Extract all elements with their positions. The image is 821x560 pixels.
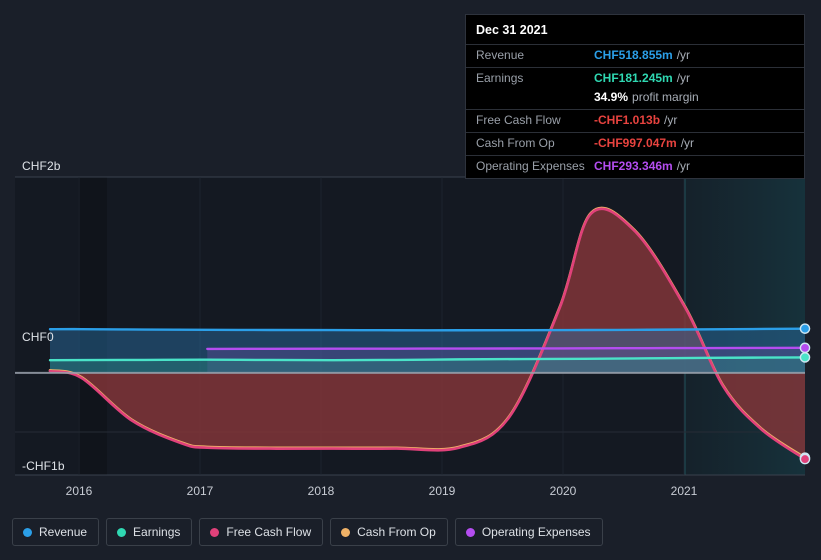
x-axis-tick-label: 2021 xyxy=(670,484,698,498)
endpoint-dot-operating_expenses xyxy=(799,342,811,354)
legend-item-label: Revenue xyxy=(39,525,88,539)
tooltip-row-suffix: /yr xyxy=(664,113,678,127)
legend-swatch-icon xyxy=(465,527,475,537)
tooltip-row-label: Revenue xyxy=(476,48,525,62)
x-axis-tick-label: 2016 xyxy=(65,484,93,498)
x-axis-tick-label: 2020 xyxy=(549,484,577,498)
tooltip-row-label: Operating Expenses xyxy=(476,159,585,173)
tooltip-row-label: Cash From Op xyxy=(476,136,555,150)
tooltip-row-value: CHF293.346m xyxy=(594,159,673,173)
tooltip-row: Cash From Op -CHF997.047m/yr xyxy=(466,132,804,155)
legend-swatch-icon xyxy=(117,527,127,537)
chart-legend[interactable]: Revenue Earnings Free Cash Flow Cash From O… xyxy=(12,518,603,546)
tooltip-row: Earnings CHF181.245m/yr xyxy=(466,67,804,90)
series-line-operating_expenses xyxy=(206,346,807,351)
tooltip-row-suffix: /yr xyxy=(676,71,691,85)
x-axis-tick-label: 2017 xyxy=(186,484,214,498)
tooltip-row-label: Earnings xyxy=(476,71,524,85)
legend-item-earnings[interactable]: Earnings xyxy=(106,518,193,546)
legend-item-label: Cash From Op xyxy=(357,525,436,539)
tooltip-row-value: -CHF997.047m xyxy=(594,136,677,150)
tooltip-date: Dec 31 2021 xyxy=(476,23,548,37)
tooltip-row-value: -CHF1.013b xyxy=(594,113,661,127)
legend-item-label: Operating Expenses xyxy=(481,525,591,539)
x-axis-tick-label: 2018 xyxy=(307,484,335,498)
legend-item-free-cash-flow[interactable]: Free Cash Flow xyxy=(199,518,324,546)
tooltip-row: 34.9% profit margin xyxy=(466,90,804,109)
tooltip-row-suffix: profit margin xyxy=(632,90,699,104)
y-axis-tick-label: CHF0 xyxy=(22,330,54,344)
tooltip-row-suffix: /yr xyxy=(680,136,695,150)
legend-item-cash-from-op[interactable]: Cash From Op xyxy=(330,518,448,546)
tooltip-row-value: CHF181.245m xyxy=(594,71,673,85)
y-axis-tick-label: -CHF1b xyxy=(22,459,65,473)
legend-swatch-icon xyxy=(341,527,351,537)
endpoint-dot-free_cash_flow xyxy=(799,453,811,465)
tooltip-row-value: 34.9% xyxy=(594,90,629,104)
endpoint-dot-earnings xyxy=(799,352,811,363)
tooltip-row: Operating Expenses CHF293.346m/yr xyxy=(466,155,804,178)
legend-swatch-icon xyxy=(23,527,32,537)
legend-item-revenue[interactable]: Revenue xyxy=(12,518,100,546)
legend-item-label: Free Cash Flow xyxy=(226,525,312,539)
x-axis-tick-label: 2019 xyxy=(428,484,456,498)
tooltip-row-value: CHF518.855m xyxy=(594,48,673,62)
legend-item-operating-expenses[interactable]: Operating Expenses xyxy=(454,518,603,546)
data-tooltip: Dec 31 2021 Revenue CHF518.855m/yr Earning… xyxy=(465,14,805,179)
tooltip-row: Revenue CHF518.855m/yr xyxy=(466,44,804,67)
legend-item-label: Earnings xyxy=(133,525,181,539)
legend-swatch-icon xyxy=(210,527,220,537)
tooltip-row-suffix: /yr xyxy=(676,48,691,62)
tooltip-row-suffix: /yr xyxy=(676,159,691,173)
tooltip-rows: Revenue CHF518.855m/yr Earnings CHF181.245m… xyxy=(466,44,804,178)
tooltip-row: Free Cash Flow -CHF1.013b/yr xyxy=(466,109,804,132)
tooltip-row-label: Free Cash Flow xyxy=(476,113,561,127)
endpoint-dot-revenue xyxy=(799,323,811,334)
y-axis-tick-label: CHF2b xyxy=(22,159,61,173)
